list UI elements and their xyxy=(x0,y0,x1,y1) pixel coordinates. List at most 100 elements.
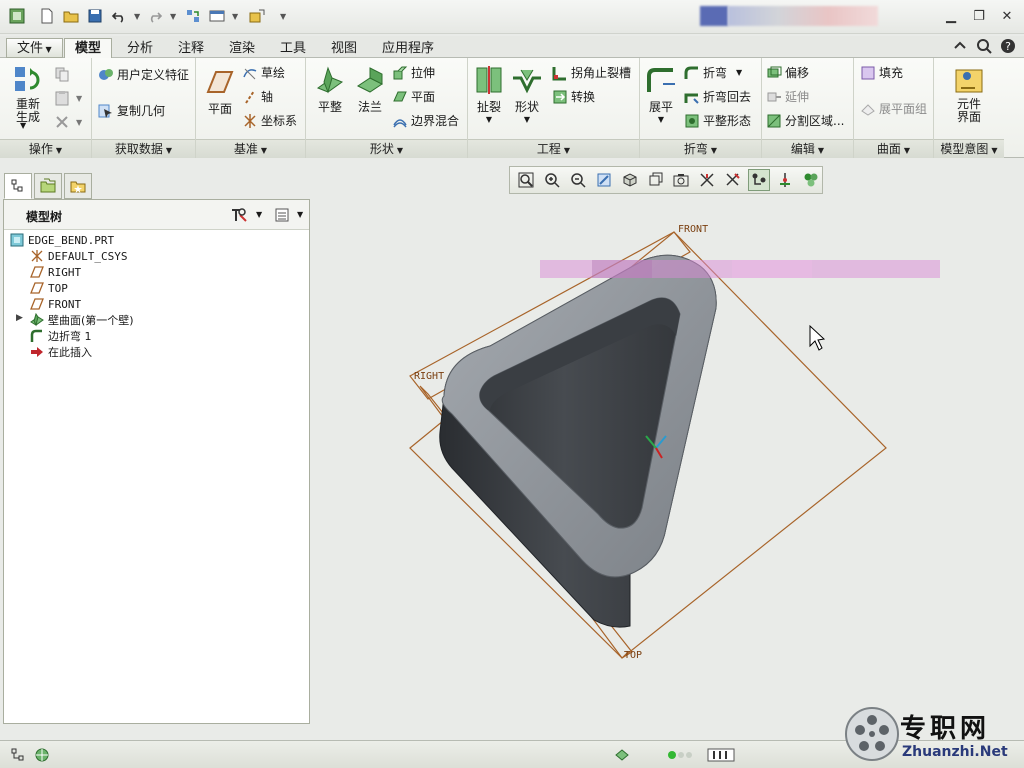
flatten-form-button[interactable]: 平整形态 xyxy=(684,112,751,129)
display-style-button[interactable] xyxy=(619,169,641,191)
delete-dropdown-icon[interactable]: ▼ xyxy=(76,118,82,127)
regenerate-dropdown-icon[interactable]: ▼ xyxy=(20,121,26,130)
tab-applications[interactable]: 应用程序 xyxy=(371,38,445,58)
expand-arrow-icon[interactable]: ▶ xyxy=(16,313,23,323)
rip-button[interactable]: 扯裂 ▼ xyxy=(470,64,508,124)
flange-wall-button[interactable]: 法兰 xyxy=(350,64,390,115)
regenerate-button[interactable]: 重新生成 xyxy=(6,64,50,124)
undo-icon[interactable] xyxy=(110,7,128,25)
paste-dropdown-icon[interactable]: ▼ xyxy=(76,94,82,103)
unbend-button[interactable]: 展平 ▼ xyxy=(642,64,680,124)
tab-model-tree[interactable] xyxy=(4,173,32,199)
tab-annotate[interactable]: 注释 xyxy=(167,38,215,58)
tab-folder-browser[interactable] xyxy=(34,173,62,199)
windows-icon[interactable] xyxy=(208,7,226,25)
paste-icon[interactable] xyxy=(54,90,70,106)
datum-plane-button[interactable]: 平面 xyxy=(200,66,240,117)
group-label-operations[interactable]: 操作 ▼ xyxy=(0,139,91,158)
tree-show-icon[interactable] xyxy=(274,207,290,223)
split-area-button[interactable]: 分割区域... xyxy=(766,112,844,129)
saved-orientations-button[interactable] xyxy=(645,169,667,191)
close-icon[interactable]: ✕ xyxy=(998,8,1016,24)
planar-button[interactable]: 平面 xyxy=(392,88,435,105)
spin-center-button[interactable] xyxy=(774,169,796,191)
refit-button[interactable] xyxy=(515,169,537,191)
customize-quick-access-icon[interactable]: ▼ xyxy=(280,12,286,21)
group-label-editing[interactable]: 编辑 ▼ xyxy=(762,139,853,158)
delete-icon[interactable] xyxy=(54,114,70,130)
form-button[interactable]: 形状 ▼ xyxy=(508,64,546,124)
windows-dropdown-icon[interactable]: ▼ xyxy=(232,12,238,21)
zoom-in-button[interactable] xyxy=(541,169,563,191)
help-icon[interactable]: ? xyxy=(1000,38,1016,54)
group-label-datum[interactable]: 基准 ▼ xyxy=(196,139,305,158)
tree-item-right[interactable]: RIGHT xyxy=(30,264,81,280)
tree-item-edge-bend[interactable]: 边折弯 1 xyxy=(30,328,92,344)
tree-item-top[interactable]: TOP xyxy=(30,280,68,296)
new-file-icon[interactable] xyxy=(38,7,56,25)
boundary-blend-button[interactable]: 边界混合 xyxy=(392,112,459,129)
repaint-button[interactable] xyxy=(593,169,615,191)
group-label-engineering[interactable]: 工程 ▼ xyxy=(468,139,639,158)
copy-icon[interactable] xyxy=(54,66,70,82)
group-label-model-intent[interactable]: 模型意图 ▼ xyxy=(934,139,1004,158)
tab-analysis[interactable]: 分析 xyxy=(116,38,164,58)
collapse-ribbon-icon[interactable] xyxy=(952,38,968,54)
regenerate-small-icon[interactable] xyxy=(184,7,202,25)
open-folder-icon[interactable] xyxy=(62,7,80,25)
fill-button[interactable]: 填充 xyxy=(860,64,903,81)
corner-relief-button[interactable]: 拐角止裂槽 xyxy=(552,64,631,81)
view-manager-button[interactable] xyxy=(671,169,693,191)
regen-status-icon[interactable] xyxy=(612,746,632,764)
sketch-button[interactable]: 草绘 xyxy=(242,64,285,81)
extrude-button[interactable]: 拉伸 xyxy=(392,64,435,81)
tab-tools[interactable]: 工具 xyxy=(269,38,317,58)
tab-favorites[interactable] xyxy=(64,173,92,199)
copy-geometry-button[interactable]: 复制几何 xyxy=(98,102,165,119)
zoom-out-button[interactable] xyxy=(567,169,589,191)
component-interface-button[interactable]: 元件界面 xyxy=(944,64,994,124)
extend-button[interactable]: 延伸 xyxy=(766,88,809,105)
flat-wall-button[interactable]: 平整 xyxy=(310,64,350,115)
save-icon[interactable] xyxy=(86,7,104,25)
tab-view[interactable]: 视图 xyxy=(320,38,368,58)
csys-button[interactable]: 坐标系 xyxy=(242,112,297,129)
datum-display-button[interactable] xyxy=(722,169,744,191)
tree-settings-dropdown-icon[interactable]: ▼ xyxy=(256,210,262,219)
browser-icon[interactable] xyxy=(32,746,52,764)
group-label-get-data[interactable]: 获取数据 ▼ xyxy=(92,139,195,158)
group-label-bends[interactable]: 折弯 ▼ xyxy=(640,139,761,158)
graphics-area[interactable]: FRONT RIGHT TOP xyxy=(312,196,1024,736)
perspective-button[interactable] xyxy=(696,169,718,191)
offset-button[interactable]: 偏移 xyxy=(766,64,809,81)
tree-item-wall[interactable]: 壁曲面(第一个壁) xyxy=(30,312,134,328)
bend-back-button[interactable]: 折弯回去 xyxy=(684,88,751,105)
restore-icon[interactable]: ❐ xyxy=(970,8,988,24)
close-window-icon[interactable] xyxy=(248,7,266,25)
tab-render[interactable]: 渲染 xyxy=(218,38,266,58)
tree-item-insert-here[interactable]: 在此插入 xyxy=(30,344,92,360)
flat-pattern-button[interactable]: 展平面组 xyxy=(860,100,927,117)
tree-show-dropdown-icon[interactable]: ▼ xyxy=(297,210,303,219)
udf-button[interactable]: 用户定义特征 xyxy=(98,66,189,83)
tree-item-front[interactable]: FRONT xyxy=(30,296,81,312)
minimize-icon[interactable]: ▁ xyxy=(942,8,960,24)
convert-button[interactable]: 转换 xyxy=(552,88,595,105)
undo-dropdown-icon[interactable]: ▼ xyxy=(134,12,140,21)
tree-item-part[interactable]: EDGE_BEND.PRT xyxy=(10,232,114,248)
appearance-button[interactable] xyxy=(800,169,822,191)
group-label-shapes[interactable]: 形状 ▼ xyxy=(306,139,467,158)
toggle-navigator-icon[interactable] xyxy=(8,746,28,764)
axis-button[interactable]: 轴 xyxy=(242,88,273,105)
redo-icon[interactable] xyxy=(146,7,164,25)
annotation-display-button[interactable] xyxy=(748,169,771,191)
tab-model[interactable]: 模型 xyxy=(64,38,113,59)
tree-item-default-csys[interactable]: DEFAULT_CSYS xyxy=(30,248,127,264)
search-icon[interactable] xyxy=(976,38,992,54)
group-label-surfaces[interactable]: 曲面 ▼ xyxy=(854,139,933,158)
bend-button[interactable]: 折弯 ▼ xyxy=(684,64,742,81)
selection-filter-icon[interactable] xyxy=(706,746,736,764)
redo-dropdown-icon[interactable]: ▼ xyxy=(170,12,176,21)
tree-settings-icon[interactable] xyxy=(230,207,248,223)
tab-file[interactable]: 文件 ▼ xyxy=(6,38,63,58)
